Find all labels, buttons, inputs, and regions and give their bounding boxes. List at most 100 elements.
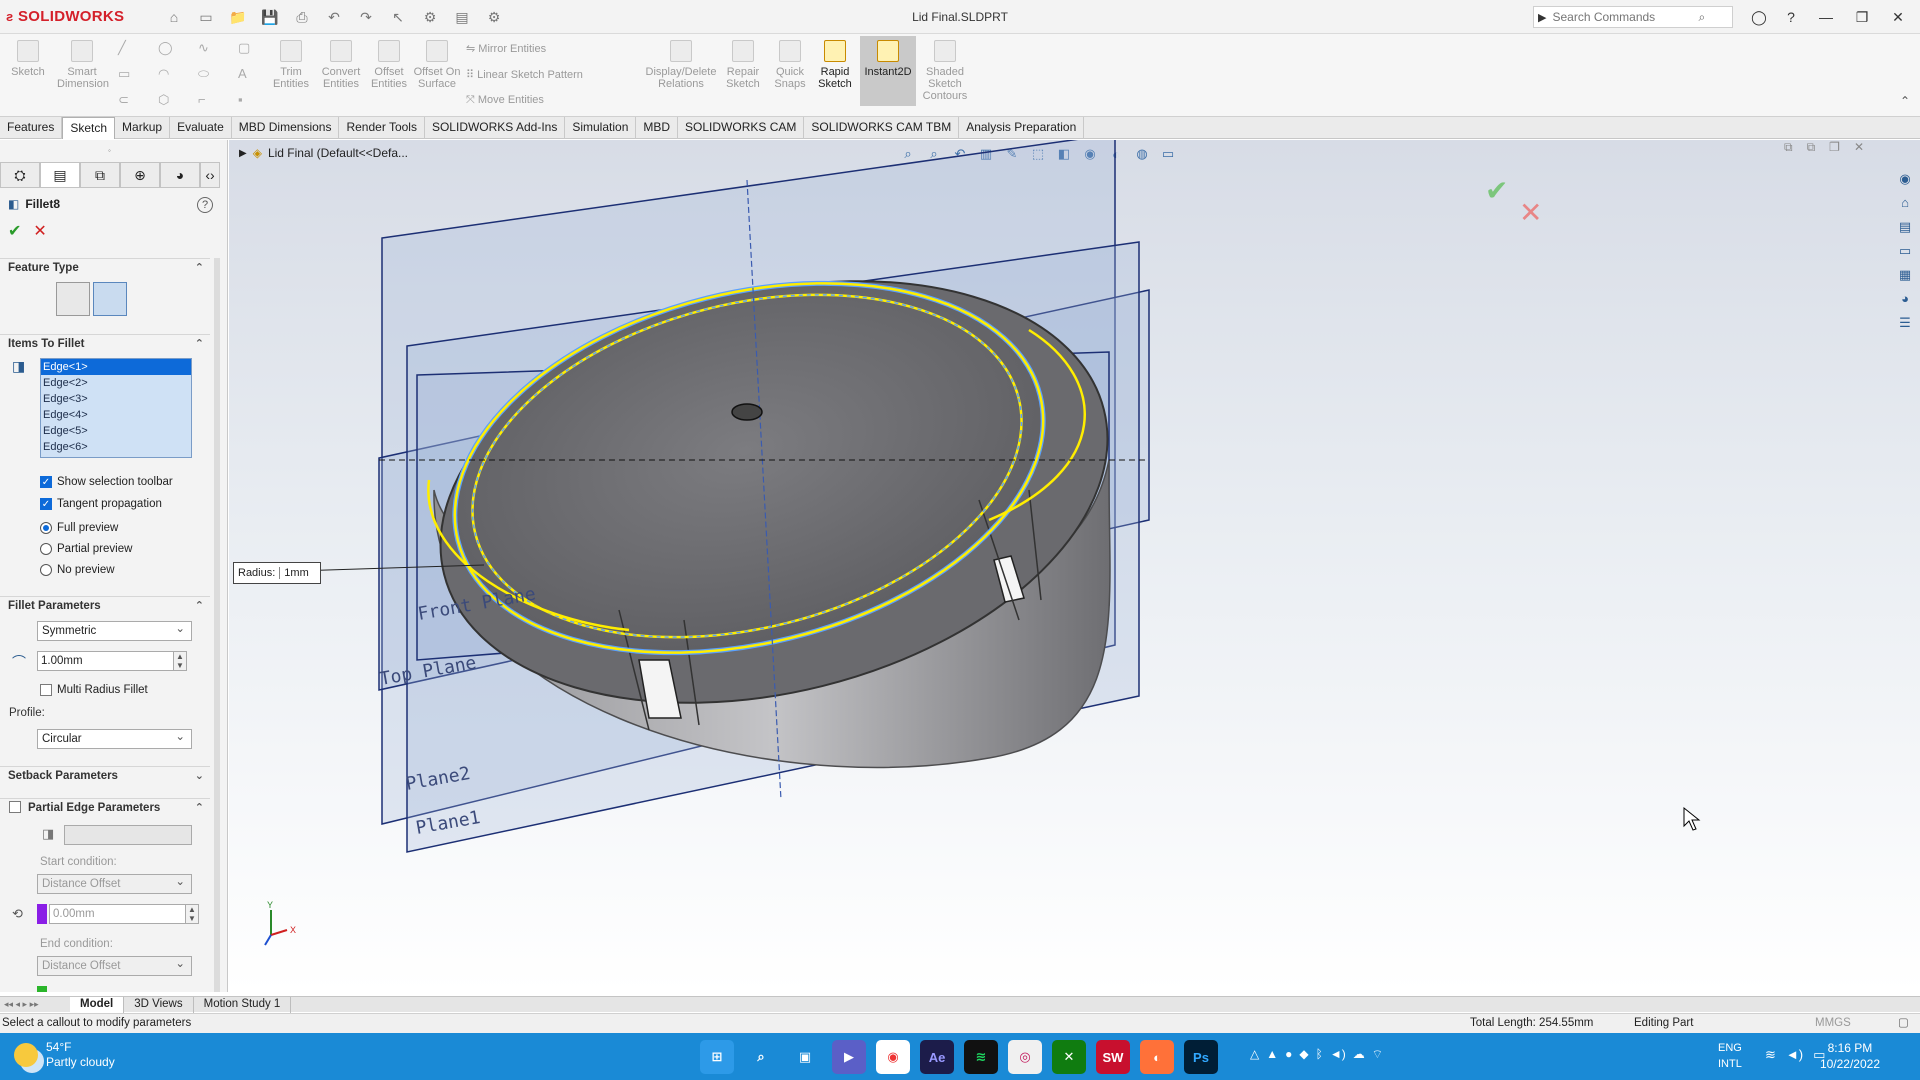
open-folder-icon[interactable]: 📁 [224,6,252,28]
home-icon[interactable]: ⌂ [160,6,188,28]
list-item[interactable]: Edge<4> [41,407,191,423]
full-preview-option[interactable]: Full preview [40,522,118,534]
move-entities-command[interactable]: ⤧ Move Entities [466,94,544,107]
search-icon[interactable]: ⌕ [744,1040,778,1074]
tab-features[interactable]: Features [0,117,63,139]
mirror-entities-command[interactable]: ⇋ Mirror Entities [466,42,546,55]
tab-cam-tbm[interactable]: SOLIDWORKS CAM TBM [804,117,960,139]
tab-evaluate[interactable]: Evaluate [170,117,232,139]
convert-entities-command[interactable]: Convert Entities [316,40,366,90]
radius-input[interactable]: 1.00mm [37,651,175,671]
start-menu-icon[interactable]: ⊞ [700,1040,734,1074]
partial-preview-option[interactable]: Partial preview [40,543,132,555]
setback-parameters-group-header[interactable]: Setback Parameters ⌄ [0,766,210,784]
search-commands[interactable]: ▶ ⌕ [1533,6,1733,28]
tangent-propagation-option[interactable]: ✓ Tangent propagation [40,498,162,510]
redo-icon[interactable]: ↷ [352,6,380,28]
collapse-chevron-icon[interactable]: ⌃ [195,799,204,817]
start-offset-spinner[interactable]: ▲ ▼ [185,904,199,924]
file-properties-icon[interactable]: ▤ [448,6,476,28]
tab-analysis-preparation[interactable]: Analysis Preparation [959,117,1085,139]
radius-spinner[interactable]: ▲ ▼ [173,651,187,671]
language-indicator[interactable]: ENG INTL [1718,1040,1742,1072]
line-tool-icon[interactable]: ╱ [118,40,158,58]
expand-chevron-icon[interactable]: ⌄ [195,767,204,785]
list-item[interactable]: Edge<3> [41,391,191,407]
slot-tool-icon[interactable]: ⊂ [118,92,158,110]
tab-mbd-dimensions[interactable]: MBD Dimensions [232,117,340,139]
xbox-icon[interactable]: ✕ [1052,1040,1086,1074]
fillet-parameters-group-header[interactable]: Fillet Parameters ⌃ [0,596,210,614]
tab-scroll-arrows[interactable]: ◂◂ ◂ ▸ ▸▸ [0,997,70,1013]
tab-add-ins[interactable]: SOLIDWORKS Add-Ins [425,117,566,139]
spotify-icon[interactable]: ≋ [964,1040,998,1074]
firefox-icon[interactable]: ◐ [1140,1040,1174,1074]
3d-model-canvas[interactable]: Front Plane Top Plane Plane2 Plane1 Y X [229,140,1920,992]
teams-chat-icon[interactable]: ▶ [832,1040,866,1074]
smart-dimension-command[interactable]: Smart Dimension [57,40,109,90]
help-icon[interactable]: ? [197,197,213,213]
display-manager-tab-icon[interactable]: ◕ [160,162,200,188]
onedrive-icon[interactable]: ☁ [1353,1047,1365,1062]
chrome-icon[interactable]: ◉ [876,1040,910,1074]
search-icon[interactable]: ⌕ [1698,10,1705,25]
tab-motion-study[interactable]: Motion Study 1 [194,996,292,1013]
tab-sketch[interactable]: Sketch [62,117,116,139]
offset-entities-command[interactable]: Offset Entities [364,40,414,90]
partial-edge-selection-box[interactable] [64,825,192,845]
save-icon[interactable]: 💾 [256,6,284,28]
sketch-command[interactable]: Sketch [3,40,53,78]
rapid-sketch-command[interactable]: Rapid Sketch [810,40,860,90]
tooltip-icon[interactable]: ▢ [1898,1014,1909,1033]
panel-scrollbar[interactable] [214,258,220,992]
display-delete-relations-command[interactable]: Display/Delete Relations [638,40,724,90]
weather-widget[interactable]: 54°F Partly cloudy [14,1040,115,1070]
checkbox[interactable] [40,684,52,696]
offset-on-surface-command[interactable]: Offset On Surface [412,40,462,90]
arc-tool-icon[interactable]: ◠ [158,66,198,84]
task-view-icon[interactable]: ▣ [788,1040,822,1074]
no-preview-option[interactable]: No preview [40,564,115,576]
quick-settings[interactable]: ≋ ◄) ▭ [1765,1047,1825,1063]
start-offset-input[interactable]: 0.00mm [49,904,187,924]
partial-edge-parameters-group-header[interactable]: Partial Edge Parameters ⌃ [0,798,210,816]
show-selection-toolbar-option[interactable]: ✓ Show selection toolbar [40,476,173,488]
print-icon[interactable]: ⎙ [288,6,316,28]
google-drive-icon[interactable]: △ [1250,1047,1259,1062]
graphics-area[interactable]: ▶ ◈ Lid Final (Default<<Defa... ⌕ ⌕ ↶ ▥ … [229,140,1920,992]
items-to-fillet-group-header[interactable]: Items To Fillet ⌃ [0,334,210,352]
radius-callout[interactable]: Radius: 1mm [233,562,322,584]
collapse-chevron-icon[interactable]: ⌃ [195,259,204,277]
volume-icon[interactable]: ◄) [1330,1047,1346,1062]
configuration-manager-tab-icon[interactable]: ⧉ [80,162,120,188]
tab-mbd[interactable]: MBD [636,117,679,139]
radio-button[interactable] [40,564,52,576]
tabs-scroll-icon[interactable]: ‹› [200,162,220,188]
linear-pattern-command[interactable]: ⠿ Linear Sketch Pattern [466,68,583,81]
close-button[interactable]: ✕ [1884,6,1912,28]
radio-button[interactable] [40,522,52,534]
fillet-tool-icon[interactable]: ⌐ [198,92,238,110]
rectangle-tool-icon[interactable]: ▭ [118,66,158,84]
solidworks-taskbar-icon[interactable]: SW [1096,1040,1130,1074]
nvidia-icon[interactable]: ▲ [1266,1047,1278,1062]
system-clock[interactable]: 8:16 PM 10/22/2022 [1820,1040,1880,1072]
spotify-tray-icon[interactable]: ● [1285,1047,1292,1062]
collapse-chevron-icon[interactable]: ⌃ [195,597,204,615]
feature-manager-tab-icon[interactable]: ⛭ [0,162,40,188]
constant-size-fillet-button[interactable] [56,282,90,316]
bluetooth-icon[interactable]: ᛒ [1316,1047,1323,1062]
tab-3d-views[interactable]: 3D Views [124,996,194,1013]
options-gear-icon[interactable]: ⚙ [480,6,508,28]
search-input[interactable] [1552,10,1693,24]
list-item[interactable]: Edge<5> [41,423,191,439]
new-document-icon[interactable]: ▭ [192,6,220,28]
minimize-button[interactable]: — [1812,6,1840,28]
select-arrow-icon[interactable]: ↖ [384,6,412,28]
feature-type-group-header[interactable]: Feature Type ⌃ [0,258,210,276]
radio-button[interactable] [40,543,52,555]
cancel-x-icon[interactable]: ✕ [33,221,46,241]
profile-select[interactable]: Circular [37,728,192,749]
user-account-icon[interactable]: ◯ [1745,6,1773,28]
shaded-sketch-contours-command[interactable]: Shaded Sketch Contours [920,40,970,102]
